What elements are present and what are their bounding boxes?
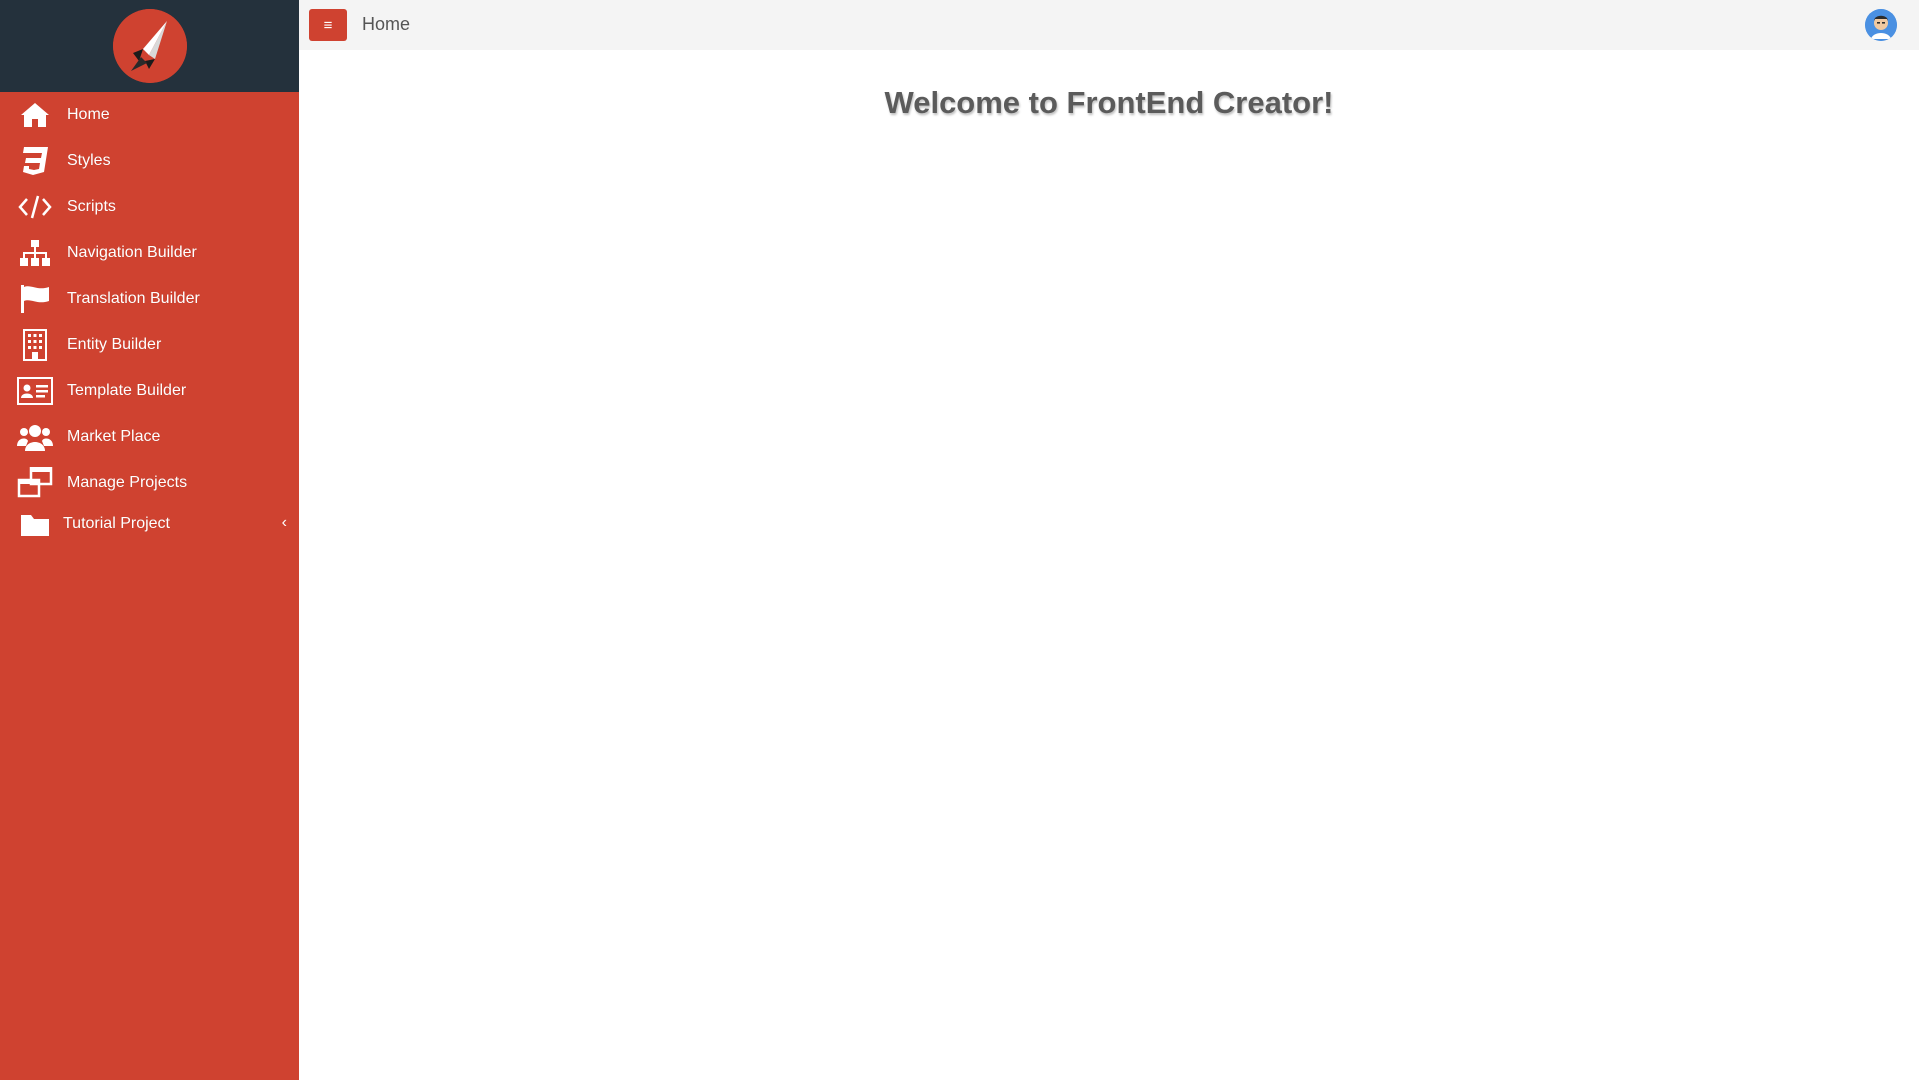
home-icon: [17, 98, 53, 132]
sidebar-item-manage-projects[interactable]: Manage Projects: [0, 460, 299, 506]
sidebar-item-label: Navigation Builder: [67, 244, 197, 261]
welcome-heading: Welcome to FrontEnd Creator!: [884, 85, 1334, 120]
sidebar-item-home[interactable]: Home: [0, 92, 299, 138]
breadcrumb: Home: [362, 14, 411, 34]
sidebar: Home Styles Scripts Navigation Builder T…: [0, 0, 299, 1080]
sidebar-item-entity-builder[interactable]: Entity Builder: [0, 322, 299, 368]
users-icon: [17, 420, 53, 454]
folder-icon: [17, 507, 53, 541]
css3-icon: [17, 144, 53, 178]
sidebar-item-label: Tutorial Project: [63, 515, 170, 532]
chevron-left-icon[interactable]: ‹: [282, 514, 287, 532]
sidebar-item-template-builder[interactable]: Template Builder: [0, 368, 299, 414]
building-icon: [17, 328, 53, 362]
sidebar-toggle-button[interactable]: ≡: [309, 9, 347, 41]
sidebar-nav: Home Styles Scripts Navigation Builder T…: [0, 92, 299, 542]
windows-icon: [17, 466, 53, 500]
sidebar-item-scripts[interactable]: Scripts: [0, 184, 299, 230]
sidebar-item-label: Template Builder: [67, 382, 187, 399]
sidebar-header: [0, 0, 299, 92]
sidebar-item-label: Home: [67, 106, 110, 123]
sidebar-item-label: Market Place: [67, 428, 161, 445]
code-icon: [17, 190, 53, 224]
sidebar-item-styles[interactable]: Styles: [0, 138, 299, 184]
sidebar-item-label: Entity Builder: [67, 336, 162, 353]
id-card-icon: [17, 374, 53, 408]
sitemap-icon: [17, 236, 53, 270]
sidebar-item-label: Scripts: [67, 198, 116, 215]
sidebar-item-translation-builder[interactable]: Translation Builder: [0, 276, 299, 322]
hamburger-icon: ≡: [323, 16, 333, 34]
rocket-logo-icon[interactable]: [112, 9, 187, 83]
sidebar-item-tutorial-project[interactable]: Tutorial Project ‹: [0, 506, 299, 542]
sidebar-item-navigation-builder[interactable]: Navigation Builder: [0, 230, 299, 276]
sidebar-item-label: Styles: [67, 152, 111, 169]
flag-icon: [17, 282, 53, 316]
sidebar-item-label: Translation Builder: [67, 290, 200, 307]
sidebar-item-market-place[interactable]: Market Place: [0, 414, 299, 460]
top-bar: ≡ Home: [299, 0, 1919, 50]
sidebar-item-label: Manage Projects: [67, 474, 188, 491]
user-avatar-icon[interactable]: [1865, 9, 1897, 41]
